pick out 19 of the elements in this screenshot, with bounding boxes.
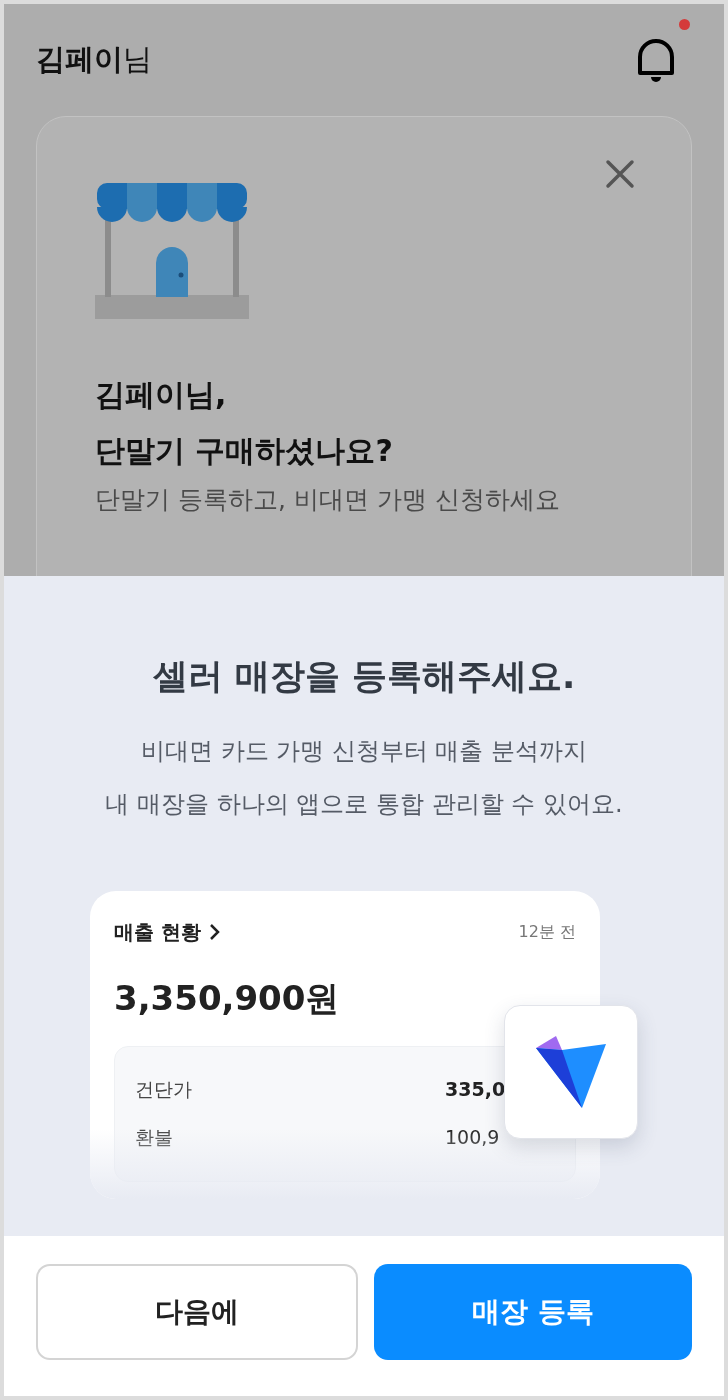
sheet-description: 내 매장을 하나의 앱으로 통합 관리할 수 있어요. xyxy=(105,788,623,820)
bell-icon[interactable] xyxy=(636,37,676,83)
app-logo-icon xyxy=(534,1035,608,1108)
sales-heading: 매출 현황 xyxy=(114,918,201,946)
sales-amount: 3,350,900원 xyxy=(114,976,341,1020)
update-time: 12분 전 xyxy=(518,920,576,943)
detail-label: 건단가 xyxy=(135,1076,193,1102)
close-icon[interactable] xyxy=(605,159,635,189)
sheet-description: 비대면 카드 가맹 신청부터 매출 분석까지 xyxy=(140,735,588,767)
action-button[interactable]: 다음에 xyxy=(36,1264,358,1360)
sheet-title: 셀러 매장을 등록해주세요. xyxy=(152,655,576,698)
detail-label: 환불 xyxy=(135,1125,174,1150)
banner-subtitle: 단말기 등록하고, 비대면 가맹 신청하세요 xyxy=(95,484,561,516)
chevron-icon xyxy=(208,922,221,941)
greeting-title: 김페이님 xyxy=(36,41,152,79)
detail-value: 335,0 xyxy=(445,1076,506,1102)
detail-value: 100,9 xyxy=(445,1125,500,1150)
banner-title: 단말기 구매하셨나요? xyxy=(95,432,394,470)
banner-title: 김페이님, xyxy=(95,376,228,414)
